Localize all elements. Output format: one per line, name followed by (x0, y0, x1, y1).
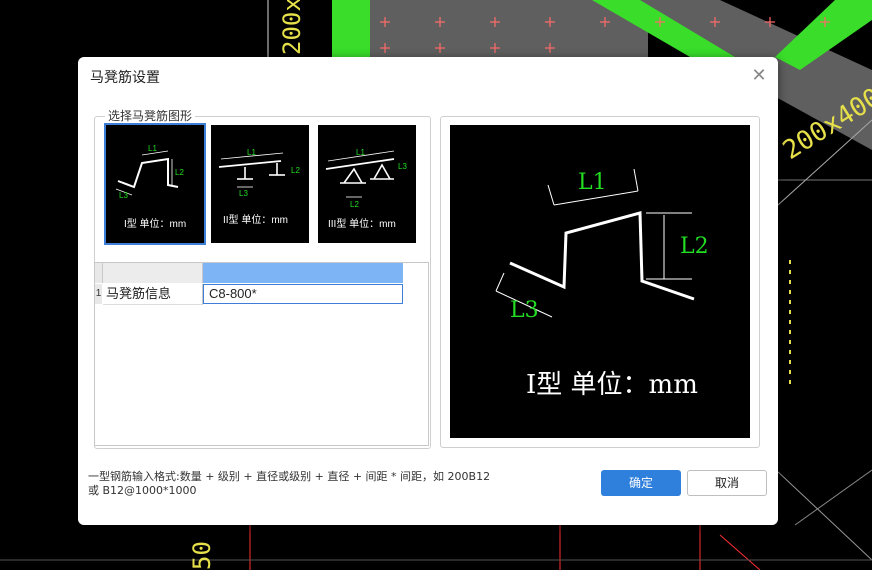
ok-button[interactable]: 确定 (601, 470, 681, 496)
preview-label-l3: L3 (510, 298, 539, 323)
hint-line-2: 或 B12@1000*1000 (88, 484, 197, 497)
header-corner (95, 263, 103, 283)
header-value-col (203, 263, 403, 283)
shape-select-label: 选择马凳筋图形 (105, 108, 196, 124)
row-value-input[interactable]: C8-800* (203, 284, 403, 304)
row-label: 马凳筋信息 (103, 284, 203, 305)
dialog-title: 马凳筋设置 (90, 69, 160, 85)
label-l3: L3 (398, 162, 407, 171)
preview-label-l1: L1 (578, 170, 607, 195)
header-label-col (103, 263, 203, 283)
label-l2: L2 (291, 166, 300, 175)
input-format-hint: 一型钢筋输入格式:数量 + 级别 + 直径或级别 + 直径 + 间距 * 间距，… (88, 470, 490, 498)
shape-caption: II型 单位：mm (223, 213, 288, 226)
shape-caption: I型 单位：mm (124, 217, 186, 230)
close-icon[interactable]: ✕ (750, 66, 768, 84)
label-l1: L1 (148, 144, 157, 153)
rebar-chair-table: 1 马凳筋信息 C8-800* (94, 262, 429, 446)
preview-label-l2: L2 (680, 234, 709, 259)
shape-option-type-2[interactable]: L1 L2 L3 II型 单位：mm (211, 125, 309, 243)
table-header-row (95, 263, 428, 283)
table-row: 1 马凳筋信息 C8-800* (95, 284, 428, 305)
label-l2: L2 (350, 200, 359, 209)
label-l3: L3 (119, 191, 128, 200)
shape-caption: III型 单位：mm (328, 217, 396, 230)
shape-preview: L1 L2 L3 I型 单位：mm (450, 125, 750, 438)
bg-label-beam-top: 200x4 (278, 0, 306, 55)
label-l2: L2 (175, 168, 184, 177)
row-number: 1 (95, 284, 102, 304)
shape-option-type-1[interactable]: L1 L2 L3 I型 单位：mm (104, 123, 206, 245)
shape-option-type-3[interactable]: L1 L3 L2 III型 单位：mm (318, 125, 416, 243)
rebar-chair-settings-dialog: 马凳筋设置 ✕ 选择马凳筋图形 L1 L2 L3 I型 单位：mm L1 L2 (78, 57, 778, 525)
label-l1: L1 (356, 148, 365, 157)
bg-label-bottom-left: 50 (188, 541, 216, 570)
hint-line-1: 一型钢筋输入格式:数量 + 级别 + 直径或级别 + 直径 + 间距 * 间距，… (88, 470, 491, 483)
preview-caption: I型 单位：mm (526, 370, 698, 400)
label-l1: L1 (247, 148, 256, 157)
label-l3: L3 (239, 189, 248, 198)
cancel-button[interactable]: 取消 (687, 470, 767, 496)
